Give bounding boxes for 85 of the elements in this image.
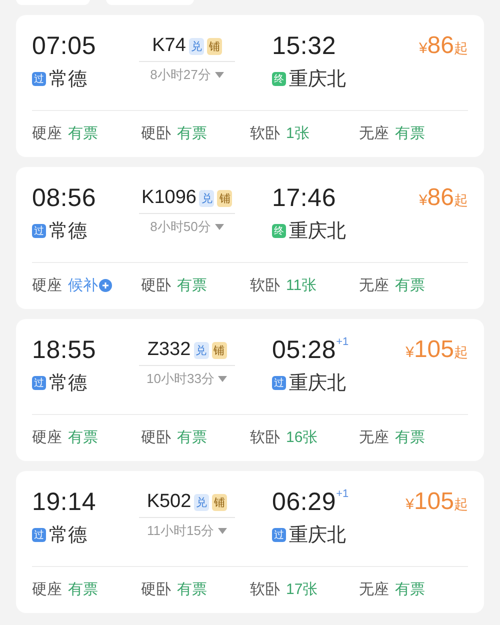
duration: 8小时50分 <box>150 218 211 236</box>
station-badge: 过 <box>32 224 46 238</box>
station-badge: 过 <box>32 376 46 390</box>
seat-class: 硬卧 <box>141 428 171 448</box>
arrival-time: 05:28 <box>272 335 336 365</box>
seat-availability: 有票 <box>177 580 207 600</box>
seat-class: 硬座 <box>32 276 62 296</box>
price: ¥86起 <box>418 183 468 213</box>
price: ¥105起 <box>406 487 468 517</box>
train-tag: 铺 <box>212 494 228 510</box>
seat-availability: 有票 <box>395 428 425 448</box>
seat-class: 硬卧 <box>141 124 171 144</box>
station-badge: 过 <box>272 376 286 390</box>
arrival-time: 06:29 <box>272 487 336 517</box>
seat-availability: 有票 <box>68 580 98 600</box>
train-number: K1096 <box>142 187 196 209</box>
seat-class: 无座 <box>359 124 389 144</box>
price: ¥86起 <box>418 31 468 61</box>
departure-time: 08:56 <box>32 183 98 213</box>
price: ¥105起 <box>406 335 468 365</box>
seat-availability: 候补 <box>68 276 98 296</box>
station-badge: 过 <box>32 72 46 86</box>
train-card[interactable]: 07:05 过 常德 K74 兑 铺 8小时27分 15:32 终 重庆北 ¥86起 硬座 有票 硬卧 有票 软卧 1张 无座 有票 <box>16 15 484 157</box>
departure-station: 常德 <box>49 220 87 244</box>
departure-time: 19:14 <box>32 487 98 517</box>
train-tag: 兑 <box>188 38 204 54</box>
next-day-mark: +1 <box>336 488 349 500</box>
caret-icon <box>214 72 224 78</box>
caret-icon <box>214 224 224 230</box>
seat-availability: 有票 <box>177 124 207 144</box>
station-badge: 终 <box>272 224 286 238</box>
train-tag: 铺 <box>212 342 227 358</box>
seat-availability: 11张 <box>286 276 317 296</box>
seat-availability: 有票 <box>177 276 207 296</box>
seat-class: 软卧 <box>250 124 280 144</box>
train-tag: 铺 <box>206 38 222 54</box>
duration: 8小时27分 <box>150 66 211 84</box>
seat-availability: 16张 <box>286 428 318 448</box>
train-tag: 兑 <box>194 342 209 358</box>
plus-icon[interactable] <box>99 279 112 292</box>
seat-availability: 有票 <box>68 428 98 448</box>
caret-icon <box>218 528 227 534</box>
departure-station: 常德 <box>49 372 87 396</box>
seat-availability: 有票 <box>177 428 207 448</box>
train-number: Z332 <box>147 339 191 361</box>
seat-availability: 1张 <box>286 124 310 144</box>
station-badge: 过 <box>32 528 46 542</box>
train-number: K74 <box>152 35 186 57</box>
next-day-mark: +1 <box>336 336 349 348</box>
seat-class: 无座 <box>359 276 389 296</box>
departure-station: 常德 <box>49 524 87 548</box>
arrival-station: 重庆北 <box>289 68 346 92</box>
departure-time: 07:05 <box>32 31 98 61</box>
arrival-time: 17:46 <box>272 183 336 213</box>
seat-class: 软卧 <box>250 428 280 448</box>
train-number: K502 <box>146 491 192 513</box>
train-tag: 铺 <box>217 190 232 206</box>
seat-availability: 有票 <box>68 124 98 144</box>
seat-class: 硬卧 <box>141 580 171 600</box>
station-badge: 过 <box>272 528 286 542</box>
station-badge: 终 <box>272 72 286 86</box>
departure-time: 18:55 <box>32 335 98 365</box>
seat-class: 硬卧 <box>141 276 171 296</box>
seat-availability: 有票 <box>395 276 425 296</box>
caret-icon <box>218 376 228 382</box>
seat-class: 无座 <box>359 580 389 600</box>
seat-availability: 有票 <box>395 124 425 144</box>
seat-class: 软卧 <box>250 276 280 296</box>
seat-availability: 17张 <box>286 580 318 600</box>
train-tag: 兑 <box>194 494 210 510</box>
seat-class: 无座 <box>359 428 389 448</box>
arrival-station: 重庆北 <box>289 220 346 244</box>
arrival-time: 15:32 <box>272 31 336 61</box>
train-tag: 兑 <box>199 190 214 206</box>
departure-station: 常德 <box>49 68 87 92</box>
arrival-station: 重庆北 <box>289 524 346 548</box>
seat-class: 硬座 <box>32 428 62 448</box>
seat-class: 硬座 <box>32 124 62 144</box>
train-card[interactable]: 08:56 过 常德 K1096 兑 铺 8小时50分 17:46 终 重庆北 ¥86起 硬座 候补 硬卧 有票 软卧 11张 无座 有票 <box>16 167 484 309</box>
arrival-station: 重庆北 <box>289 372 346 396</box>
seat-class: 硬座 <box>32 580 62 600</box>
duration: 11小时15分 <box>147 522 214 540</box>
seat-availability: 有票 <box>395 580 425 600</box>
seat-class: 软卧 <box>250 580 280 600</box>
duration: 10小时33分 <box>146 370 214 388</box>
